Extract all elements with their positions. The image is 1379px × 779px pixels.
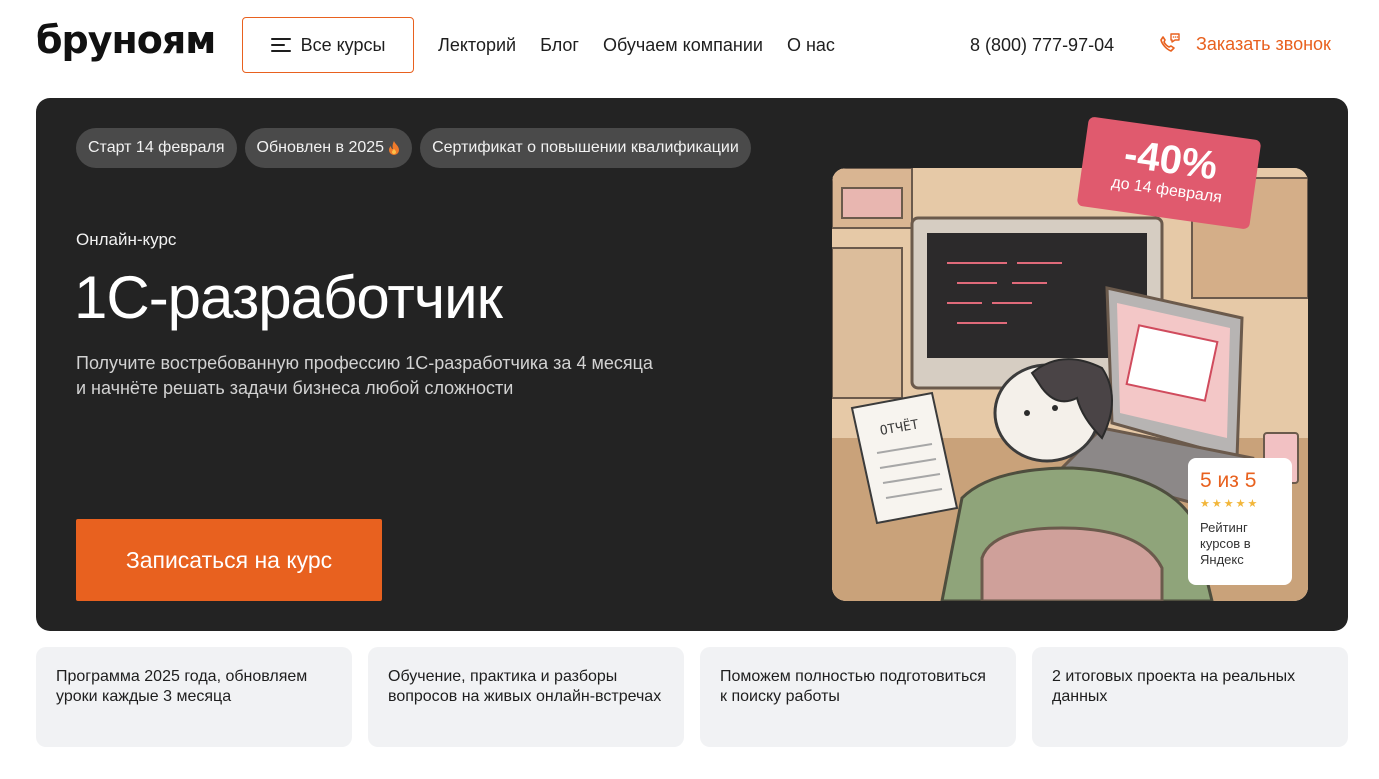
feature-card: Поможем полностью подготовиться к поиску… (700, 647, 1016, 747)
phone-callback-icon (1160, 33, 1180, 52)
chip-start-date: Старт 14 февраля (76, 128, 237, 168)
star-icon: ★ (1211, 498, 1224, 510)
logo[interactable]: бруноям (36, 18, 216, 62)
hero-chips: Старт 14 февраля Обновлен в 2025 Сертифи… (76, 128, 751, 168)
rating-card: 5 из 5 ★★★★★ Рейтинг курсов в Яндекс (1188, 458, 1292, 585)
feature-card: Программа 2025 года, обновляем уроки каж… (36, 647, 352, 747)
hero-section: Старт 14 февраля Обновлен в 2025 Сертифи… (36, 98, 1348, 631)
phone-number[interactable]: 8 (800) 777-97-04 (970, 34, 1114, 56)
site-header: бруноям Все курсы Лекторий Блог Обучаем … (0, 0, 1379, 90)
enroll-button[interactable]: Записаться на курс (76, 519, 382, 601)
rating-caption: Рейтинг курсов в Яндекс (1200, 520, 1251, 567)
course-subtitle: Получите востребованную профессию 1С-раз… (76, 353, 653, 398)
chip-certificate: Сертификат о повышении квалификации (420, 128, 751, 168)
callback-label: Заказать звонок (1196, 34, 1331, 54)
chip-updated: Обновлен в 2025 (244, 128, 413, 168)
main-nav: Лекторий Блог Обучаем компании О нас (438, 34, 835, 56)
course-title: 1С-разработчик (74, 264, 503, 331)
course-kicker: Онлайн-курс (76, 230, 177, 249)
nav-item-lectorium[interactable]: Лекторий (438, 34, 516, 56)
star-icon: ★ (1247, 498, 1260, 510)
fire-icon (389, 141, 400, 155)
nav-item-blog[interactable]: Блог (540, 34, 579, 56)
feature-card: Обучение, практика и разборы вопросов на… (368, 647, 684, 747)
burger-menu-icon (270, 38, 291, 52)
nav-item-companies[interactable]: Обучаем компании (603, 34, 763, 56)
all-courses-label: Все курсы (300, 34, 386, 55)
star-icon: ★ (1235, 498, 1248, 510)
rating-stars: ★★★★★ (1200, 496, 1280, 512)
rating-score: 5 из 5 (1200, 469, 1257, 492)
nav-item-about[interactable]: О нас (787, 34, 835, 56)
features-row: Программа 2025 года, обновляем уроки каж… (36, 647, 1348, 747)
all-courses-button[interactable]: Все курсы (242, 17, 414, 73)
feature-card: 2 итоговых проекта на реальных данных (1032, 647, 1348, 747)
star-icon: ★ (1200, 498, 1212, 510)
star-icon: ★ (1223, 498, 1236, 510)
callback-link[interactable]: Заказать звонок (1156, 30, 1331, 58)
